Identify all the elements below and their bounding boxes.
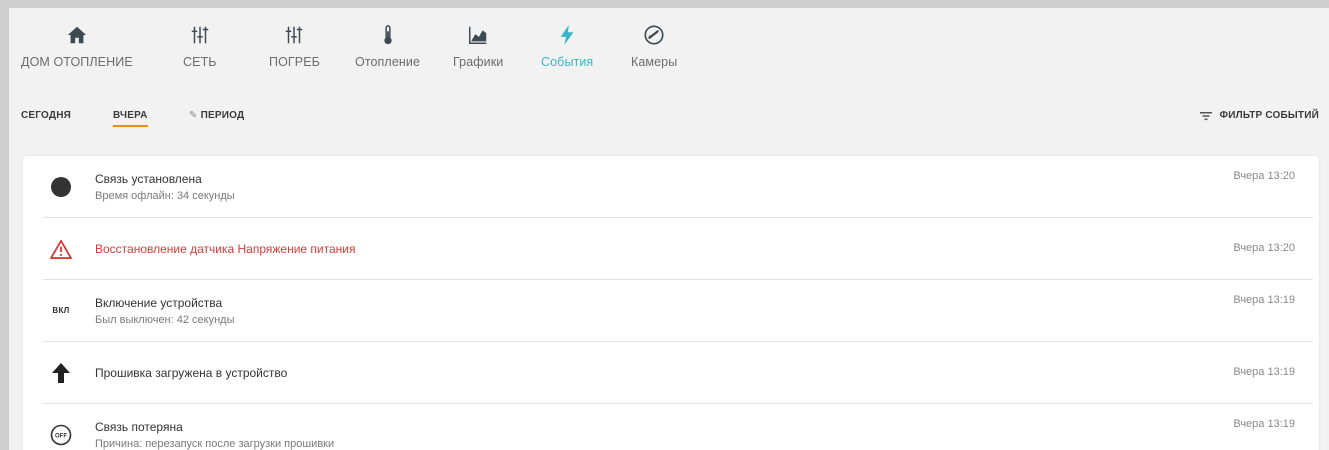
- event-subtitle: Причина: перезапуск после загрузки проши…: [95, 437, 335, 450]
- event-title: Включение устройства: [95, 295, 223, 310]
- event-time: Вчера 13:20: [1233, 242, 1295, 254]
- home-icon: [67, 26, 87, 44]
- lightning-icon: [560, 24, 574, 46]
- sliders-icon: [286, 26, 303, 44]
- warning-icon: [49, 237, 73, 261]
- event-time: Вчера 13:19: [1233, 366, 1295, 378]
- event-row[interactable]: ВКЛ Включение устройства Был выключен: 4…: [43, 280, 1313, 342]
- event-title: Связь потеряна: [95, 419, 183, 434]
- tab-period[interactable]: ✎ ПЕРИОД: [189, 110, 244, 121]
- app-frame: ДОМ ОТОПЛЕНИЕ СЕТЬ ПОГРЕБ Отопление Граф…: [9, 8, 1329, 450]
- speedometer-icon: [644, 25, 664, 45]
- power-off-icon: ВКЛ: [49, 299, 73, 323]
- nav-label: Отопление: [355, 55, 421, 69]
- event-row[interactable]: Восстановление датчика Напряжение питани…: [43, 218, 1313, 280]
- event-time: Вчера 13:19: [1233, 294, 1295, 306]
- arrow-up-icon: [49, 361, 73, 385]
- event-subtitle: Был выключен: 42 секунды: [95, 313, 235, 326]
- sliders-icon: [191, 26, 209, 44]
- event-row[interactable]: Прошивка загружена в устройство Вчера 13…: [43, 342, 1313, 404]
- nav-label: ПОГРЕБ: [269, 55, 320, 69]
- off-circle-icon-text: OFF: [55, 433, 67, 439]
- nav-item-sobytiya[interactable]: События: [541, 24, 593, 69]
- tab-yesterday[interactable]: ВЧЕРА: [113, 110, 148, 127]
- event-title: Прошивка загружена в устройство: [95, 365, 288, 380]
- nav-label: Камеры: [631, 55, 678, 69]
- filter-button[interactable]: ФИЛЬТР СОБЫТИЙ: [1199, 110, 1320, 121]
- nav-label: События: [541, 55, 594, 69]
- event-row[interactable]: Связь установлена Время офлайн: 34 секун…: [43, 156, 1313, 218]
- nav-label: СЕТЬ: [183, 55, 217, 69]
- event-time: Вчера 13:19: [1233, 418, 1295, 430]
- nav-item-pogreb[interactable]: ПОГРЕБ: [269, 24, 320, 69]
- nav-item-dom-otoplenie[interactable]: ДОМ ОТОПЛЕНИЕ: [21, 24, 133, 69]
- nav-item-kamery[interactable]: Камеры: [631, 24, 677, 69]
- off-circle-icon: OFF: [49, 423, 73, 447]
- chart-icon: [469, 26, 487, 44]
- thermometer-icon: [383, 25, 392, 45]
- tab-today[interactable]: СЕГОДНЯ: [21, 110, 71, 121]
- nav-item-set[interactable]: СЕТЬ: [183, 24, 217, 69]
- power-off-icon-text: ВКЛ: [52, 306, 70, 315]
- tab-period-label: ПЕРИОД: [200, 110, 245, 121]
- event-title: Восстановление датчика Напряжение питани…: [95, 241, 356, 256]
- nav-item-otoplenie[interactable]: Отопление: [355, 24, 420, 69]
- nav-label: Графики: [453, 55, 504, 69]
- events-list: Связь установлена Время офлайн: 34 секун…: [23, 156, 1319, 450]
- dot-icon: [49, 175, 73, 199]
- event-title: Связь установлена: [95, 171, 202, 186]
- event-time: Вчера 13:20: [1233, 170, 1295, 182]
- filter-icon: [1199, 111, 1212, 120]
- pencil-icon: ✎: [189, 110, 198, 121]
- filter-label: ФИЛЬТР СОБЫТИЙ: [1219, 110, 1319, 121]
- nav-item-grafiki[interactable]: Графики: [453, 24, 503, 69]
- event-subtitle: Время офлайн: 34 секунды: [95, 189, 235, 202]
- nav-label: ДОМ ОТОПЛЕНИЕ: [21, 55, 133, 69]
- event-row[interactable]: OFF Связь потеряна Причина: перезапуск п…: [43, 404, 1313, 450]
